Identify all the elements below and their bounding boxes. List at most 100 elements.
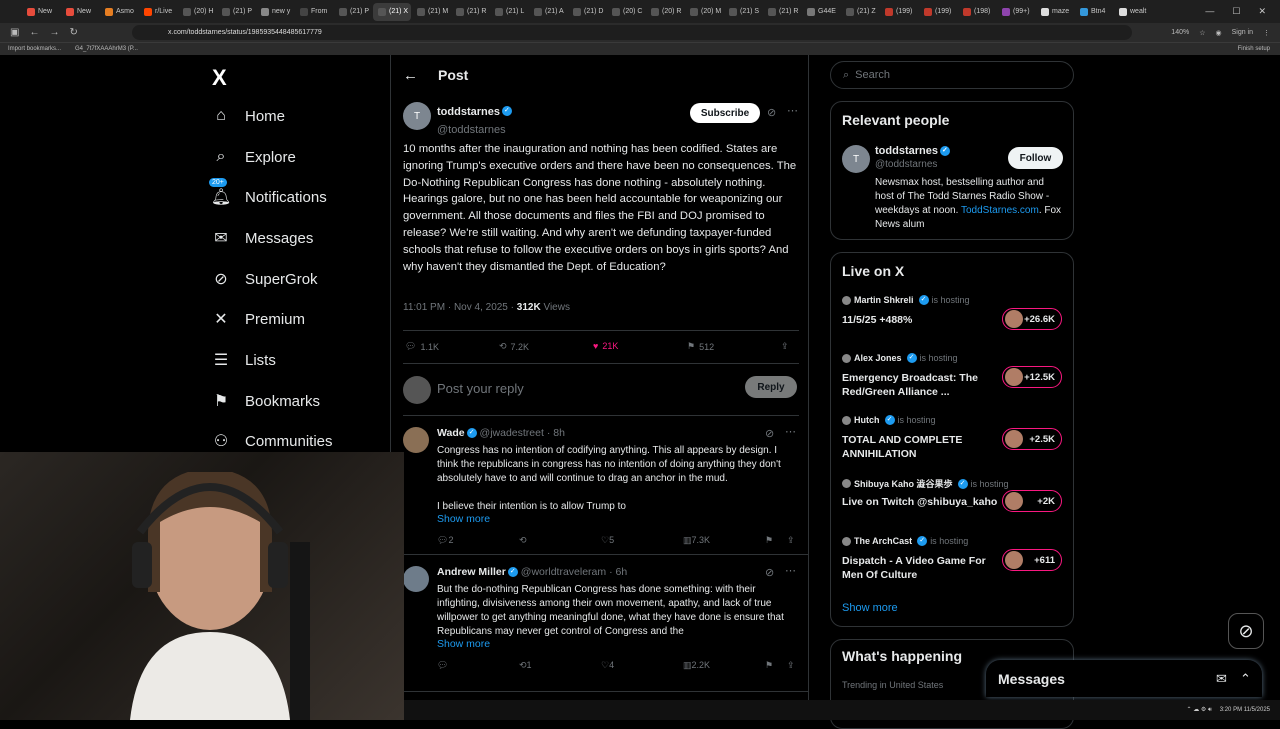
browser-tab[interactable]: (21) D bbox=[568, 3, 606, 21]
back-icon[interactable]: ← bbox=[29, 27, 39, 38]
reply-button[interactable]: 💬︎ 2 bbox=[437, 535, 453, 546]
browser-tab[interactable]: maze bbox=[1036, 3, 1074, 21]
x-logo-icon[interactable]: X bbox=[212, 65, 227, 91]
reply-submit-button[interactable]: Reply bbox=[745, 376, 797, 398]
show-more-link[interactable]: Show more bbox=[842, 602, 898, 614]
like-button[interactable]: ♡ 4 bbox=[601, 660, 614, 671]
browser-tab[interactable]: Btn4 bbox=[1075, 3, 1113, 21]
trend-category[interactable]: Trending in United States bbox=[842, 680, 943, 690]
share-icon[interactable]: ⇪ bbox=[787, 660, 795, 671]
views-button[interactable]: ▥ 7.3K bbox=[683, 535, 710, 546]
reply-item[interactable]: Wade ✓ @jwadestreet · 8h ⊘ ⋯ Congress has… bbox=[391, 425, 809, 555]
browser-tab[interactable]: (21) S bbox=[724, 3, 762, 21]
repost-button[interactable]: ⟲ 7.2K bbox=[499, 341, 529, 352]
nav-notifications[interactable]: 🔔︎ 20+ Notifications bbox=[209, 178, 327, 206]
expand-icon[interactable]: ⌃ bbox=[1240, 671, 1251, 687]
reply-handle[interactable]: @worldtraveleram bbox=[521, 566, 606, 578]
author-name[interactable]: toddstarnes bbox=[437, 106, 500, 118]
bio-link[interactable]: ToddStarnes.com bbox=[961, 205, 1039, 216]
more-options-icon[interactable]: ⋯ bbox=[785, 564, 796, 577]
live-item[interactable]: The ArchCast ✓ is hosting Dispatch - A Vid… bbox=[842, 536, 1066, 581]
bookmark-icon[interactable]: ⚑ bbox=[765, 535, 773, 546]
browser-tab[interactable]: New bbox=[61, 3, 99, 21]
reload-icon[interactable]: ↻ bbox=[69, 27, 77, 38]
browser-tab[interactable]: New bbox=[22, 3, 60, 21]
views-button[interactable]: ▥ 2.2K bbox=[683, 660, 710, 671]
like-button[interactable]: ♥ 21K bbox=[593, 341, 618, 351]
browser-tab[interactable]: (20) C bbox=[607, 3, 645, 21]
tray-icons[interactable]: ⌃ ☁ ⚙ 🔊︎ bbox=[1187, 706, 1212, 714]
search-input[interactable]: ⌕ Search bbox=[830, 61, 1074, 89]
live-item[interactable]: Alex Jones ✓ is hosting Emergency Broadcas… bbox=[842, 353, 1066, 398]
grok-float-button[interactable]: ⊘ bbox=[1228, 613, 1264, 649]
reply-button[interactable]: 💬︎ 1.1K bbox=[405, 341, 439, 352]
messages-dock[interactable]: Messages ✉ ⌃ bbox=[986, 660, 1262, 697]
person-handle[interactable]: @toddstarnes bbox=[875, 159, 937, 170]
nav-bookmarks[interactable]: ⚑ Bookmarks bbox=[212, 392, 320, 411]
zoom-level[interactable]: 140% bbox=[1171, 29, 1189, 36]
profile-icon[interactable]: ◉ bbox=[1215, 29, 1221, 37]
post-time[interactable]: 11:01 PM · Nov 4, 2025 · bbox=[403, 302, 514, 313]
back-arrow-icon[interactable]: ← bbox=[403, 67, 418, 84]
browser-tab[interactable]: wealt bbox=[1114, 3, 1152, 21]
nav-messages[interactable]: ✉ Messages bbox=[212, 229, 313, 248]
live-item[interactable]: Shibuya Kaho 澁谷果歩 ✓ is hosting Live on Twi… bbox=[842, 477, 1066, 512]
show-more-link[interactable]: Show more bbox=[437, 513, 490, 525]
avatar[interactable] bbox=[403, 427, 429, 453]
avatar[interactable] bbox=[403, 566, 429, 592]
browser-tab[interactable]: (21) M bbox=[412, 3, 450, 21]
browser-tab[interactable]: (21) R bbox=[763, 3, 801, 21]
browser-tab[interactable]: (21) L bbox=[490, 3, 528, 21]
browser-tab[interactable]: (198) bbox=[958, 3, 996, 21]
reply-handle[interactable]: @jwadestreet bbox=[480, 427, 544, 439]
subscribe-button[interactable]: Subscribe bbox=[690, 103, 760, 123]
reply-button[interactable]: 💬︎ bbox=[437, 660, 448, 671]
browser-tab[interactable]: (21) Z bbox=[841, 3, 879, 21]
browser-tab[interactable]: (199) bbox=[919, 3, 957, 21]
reply-time[interactable]: 6h bbox=[615, 566, 627, 578]
live-item[interactable]: Martin Shkreli ✓ is hosting 11/5/25 +488% … bbox=[842, 295, 1066, 330]
avatar[interactable]: T bbox=[842, 145, 870, 173]
bookmark-import[interactable]: Import bookmarks... bbox=[8, 46, 61, 52]
browser-tab[interactable]: (20) H bbox=[178, 3, 216, 21]
more-options-icon[interactable]: ⋯ bbox=[785, 425, 796, 438]
maximize-icon[interactable]: ☐ bbox=[1232, 6, 1240, 17]
browser-tab[interactable]: (20) R bbox=[646, 3, 684, 21]
bookmark-item[interactable]: G4_7t7fXAAAhrM3 (P... bbox=[75, 46, 138, 52]
reply-time[interactable]: 8h bbox=[553, 427, 565, 439]
author-handle[interactable]: @toddstarnes bbox=[437, 124, 506, 136]
new-message-icon[interactable]: ✉ bbox=[1216, 671, 1227, 687]
bookmark-icon[interactable]: ⚑ bbox=[765, 660, 773, 671]
finish-setup-button[interactable]: Finish setup bbox=[1238, 46, 1280, 52]
reply-input[interactable]: Post your reply bbox=[437, 381, 524, 396]
follow-button[interactable]: Follow bbox=[1008, 147, 1063, 169]
nav-supergrok[interactable]: ⊘ SuperGrok bbox=[212, 270, 317, 289]
nav-premium[interactable]: ✕ Premium bbox=[212, 310, 305, 329]
browser-tab[interactable]: (21) P bbox=[217, 3, 255, 21]
repost-button[interactable]: ⟲ 1 bbox=[519, 660, 532, 671]
avatar[interactable]: T bbox=[403, 102, 431, 130]
grok-icon[interactable]: ⊘ bbox=[765, 427, 774, 440]
share-button[interactable]: ⇪ bbox=[781, 341, 789, 352]
url-field[interactable]: x.com/toddstarnes/status/198593544848561… bbox=[132, 25, 1132, 40]
share-icon[interactable]: ⇪ bbox=[787, 535, 795, 546]
more-options-icon[interactable]: ⋯ bbox=[787, 104, 798, 117]
sidebar-toggle-icon[interactable]: ▣ bbox=[10, 27, 19, 38]
reply-author[interactable]: Andrew Miller bbox=[437, 566, 506, 578]
browser-tab[interactable]: Asmo bbox=[100, 3, 138, 21]
reply-item[interactable]: Andrew Miller ✓ @worldtraveleram · 6h ⊘ ⋯… bbox=[391, 564, 809, 692]
person-name[interactable]: toddstarnes ✓ bbox=[875, 145, 950, 157]
clock[interactable]: 3:20 PM 11/5/2025 bbox=[1220, 707, 1270, 713]
sign-in-button[interactable]: Sign in bbox=[1232, 29, 1253, 36]
browser-tab[interactable]: (199) bbox=[880, 3, 918, 21]
reply-author[interactable]: Wade bbox=[437, 427, 465, 439]
minimize-icon[interactable]: — bbox=[1205, 6, 1214, 17]
browser-tab[interactable]: (21) X bbox=[373, 2, 411, 21]
grok-icon[interactable]: ⊘ bbox=[767, 106, 776, 119]
browser-tab[interactable]: (21) A bbox=[529, 3, 567, 21]
nav-home[interactable]: ⌂ Home bbox=[212, 107, 285, 125]
browser-tab[interactable]: From bbox=[295, 3, 333, 21]
like-button[interactable]: ♡ 5 bbox=[601, 535, 614, 546]
browser-tab[interactable]: (21) R bbox=[451, 3, 489, 21]
browser-tab[interactable]: (21) P bbox=[334, 3, 372, 21]
